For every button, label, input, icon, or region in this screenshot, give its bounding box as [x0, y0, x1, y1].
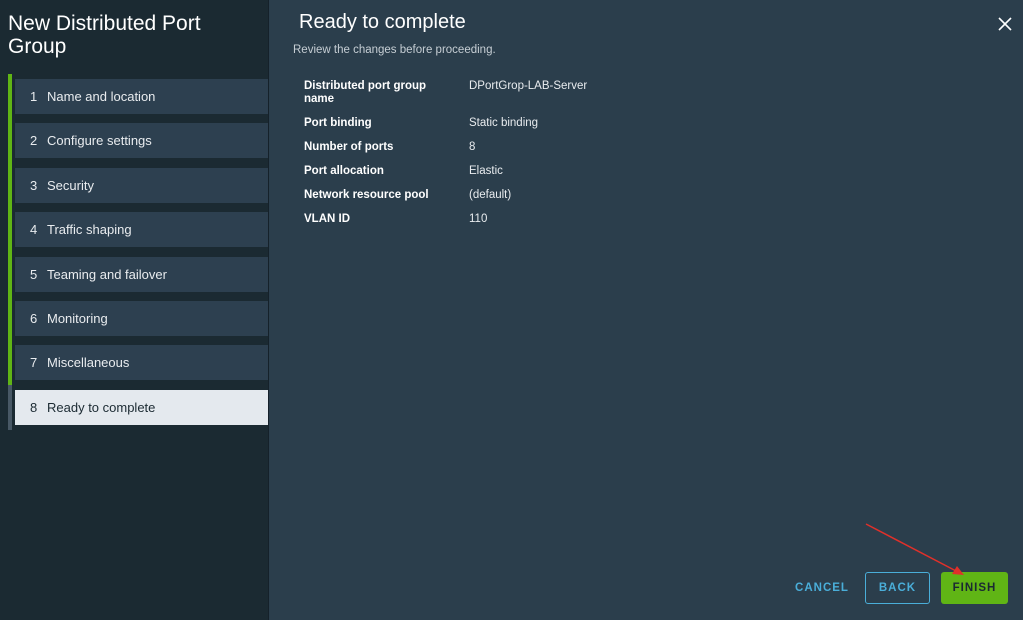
step-label: Traffic shaping [47, 222, 132, 238]
step-number: 7 [30, 355, 38, 371]
review-row: Port allocation Elastic [304, 165, 587, 178]
step-progress-rail [8, 384, 12, 430]
step-progress-rail [8, 162, 12, 208]
review-summary-table: Distributed port group name DPortGrop-LA… [304, 80, 587, 226]
close-icon[interactable] [995, 14, 1015, 34]
step-label: Ready to complete [47, 399, 156, 415]
review-key: Network resource pool [304, 189, 429, 201]
cancel-button[interactable]: CANCEL [792, 572, 852, 604]
wizard-sidebar: New Distributed Port Group 1 Name and lo… [0, 0, 269, 620]
review-value: Elastic [469, 165, 503, 177]
step-traffic-shaping[interactable]: 4 Traffic shaping [8, 207, 268, 253]
review-row: Distributed port group name DPortGrop-LA… [304, 80, 587, 106]
review-row: VLAN ID 110 [304, 213, 587, 226]
finish-button[interactable]: FINISH [941, 572, 1008, 604]
step-number: 2 [30, 133, 38, 149]
wizard-steps: 1 Name and location 2 Configure settings… [8, 74, 268, 434]
review-key: Port binding [304, 117, 372, 129]
step-progress-rail [8, 74, 12, 119]
review-value: 110 [469, 213, 488, 225]
step-progress-rail [8, 118, 12, 164]
step-ready-to-complete[interactable]: 8 Ready to complete [8, 384, 268, 430]
step-progress-rail [8, 207, 12, 253]
review-value: (default) [469, 189, 512, 201]
step-label: Name and location [47, 89, 156, 104]
wizard-dialog: New Distributed Port Group 1 Name and lo… [0, 0, 1023, 620]
step-label: Monitoring [47, 310, 108, 326]
review-key: Port allocation [304, 165, 384, 177]
step-label: Security [47, 177, 94, 193]
step-number: 6 [30, 310, 38, 326]
step-number: 5 [30, 266, 38, 282]
review-row: Port binding Static binding [304, 117, 587, 130]
step-number: 4 [30, 222, 38, 238]
wizard-content: Ready to complete Review the changes bef… [269, 0, 1023, 620]
step-configure-settings[interactable]: 2 Configure settings [8, 118, 268, 164]
step-label: Teaming and failover [47, 266, 167, 282]
step-progress-rail [8, 295, 12, 341]
step-teaming-and-failover[interactable]: 5 Teaming and failover [8, 251, 268, 297]
review-key: Number of ports [304, 141, 394, 153]
step-number: 1 [30, 89, 38, 104]
step-number: 8 [30, 399, 38, 415]
page-subtitle: Review the changes before proceeding. [293, 44, 496, 56]
review-key: Distributed port group name [304, 80, 427, 105]
review-row: Network resource pool (default) [304, 189, 587, 202]
step-number: 3 [30, 177, 38, 193]
review-key: VLAN ID [304, 213, 350, 225]
review-value: DPortGrop-LAB-Server [469, 80, 588, 92]
step-miscellaneous[interactable]: 7 Miscellaneous [8, 340, 268, 386]
step-security[interactable]: 3 Security [8, 162, 268, 208]
page-title: Ready to complete [299, 11, 466, 33]
review-value: Static binding [469, 117, 539, 129]
review-row: Number of ports 8 [304, 141, 587, 154]
step-progress-rail [8, 251, 12, 297]
step-label: Miscellaneous [47, 355, 130, 371]
step-monitoring[interactable]: 6 Monitoring [8, 295, 268, 341]
step-label: Configure settings [47, 133, 152, 149]
step-progress-rail [8, 340, 12, 386]
review-value: 8 [469, 141, 476, 153]
wizard-title: New Distributed Port Group [8, 12, 201, 58]
step-name-and-location[interactable]: 1 Name and location [8, 74, 268, 119]
back-button[interactable]: BACK [865, 572, 930, 604]
